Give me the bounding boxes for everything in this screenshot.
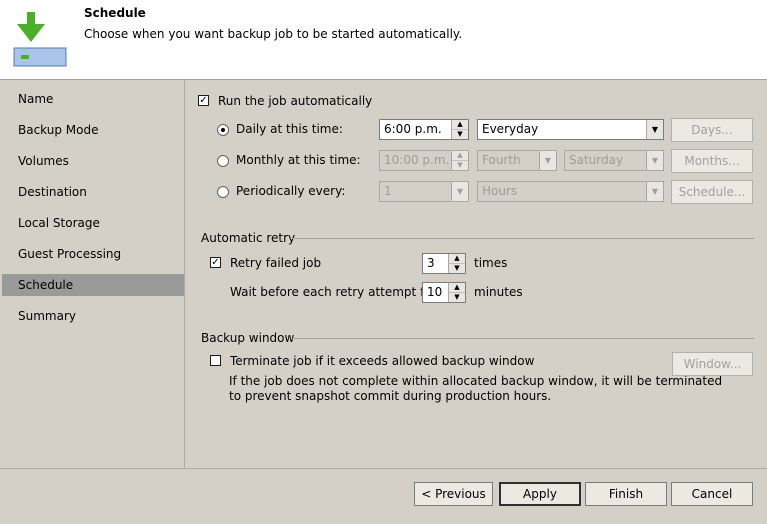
periodic-radio[interactable] <box>217 186 229 198</box>
periodic-unit-value: Hours <box>482 184 518 198</box>
run-automatically-label: Run the job automatically <box>218 94 373 108</box>
page-subtitle: Choose when you want backup job to be st… <box>84 27 463 41</box>
chevron-down-icon[interactable]: ▼ <box>451 182 468 201</box>
sidebar-item-name[interactable]: Name <box>2 88 184 110</box>
monthly-week-select[interactable]: Fourth ▼ <box>477 150 557 171</box>
run-automatically-checkbox[interactable]: ✓ <box>198 95 209 106</box>
wait-unit-label: minutes <box>474 285 523 299</box>
retry-count-input[interactable]: 3 ▲ ▼ <box>422 253 466 274</box>
sidebar-item-summary[interactable]: Summary <box>2 305 184 327</box>
daily-days-select[interactable]: Everyday ▼ <box>477 119 664 140</box>
spin-down-icon[interactable]: ▼ <box>449 293 465 302</box>
chevron-down-icon[interactable]: ▼ <box>646 151 663 170</box>
retry-count-value: 3 <box>427 256 435 270</box>
chevron-down-icon[interactable]: ▼ <box>646 182 663 201</box>
days-button[interactable]: Days... <box>671 118 753 142</box>
monthly-label: Monthly at this time: <box>236 153 361 167</box>
chevron-down-icon[interactable]: ▼ <box>646 120 663 139</box>
window-button[interactable]: Window... <box>672 352 753 376</box>
wizard-header: Schedule Choose when you want backup job… <box>0 0 767 80</box>
daily-days-value: Everyday <box>482 122 539 136</box>
spin-up-icon[interactable]: ▲ <box>449 283 465 293</box>
spin-up-icon[interactable]: ▲ <box>449 254 465 264</box>
schedule-button[interactable]: Schedule... <box>671 180 753 204</box>
finish-button[interactable]: Finish <box>585 482 667 506</box>
daily-label: Daily at this time: <box>236 122 343 136</box>
page-title: Schedule <box>84 6 146 20</box>
sidebar-item-volumes[interactable]: Volumes <box>2 150 184 172</box>
periodic-label: Periodically every: <box>236 184 346 198</box>
section-divider <box>292 238 754 239</box>
retry-failed-label: Retry failed job <box>230 256 322 270</box>
daily-time-input[interactable]: 6:00 p.m. ▲ ▼ <box>379 119 469 140</box>
backup-window-description-1: If the job does not complete within allo… <box>229 374 723 388</box>
periodic-value-select[interactable]: 1 ▼ <box>379 181 469 202</box>
automatic-retry-heading: Automatic retry <box>201 231 296 245</box>
monthly-day-value: Saturday <box>569 153 624 167</box>
monthly-week-value: Fourth <box>482 153 521 167</box>
apply-button[interactable]: Apply <box>499 482 581 506</box>
sidebar-item-guest-processing[interactable]: Guest Processing <box>2 243 184 265</box>
sidebar-item-schedule[interactable]: Schedule <box>2 274 184 296</box>
daily-time-spinner[interactable]: ▲ ▼ <box>451 120 468 139</box>
chevron-down-icon[interactable]: ▼ <box>539 151 556 170</box>
sidebar-item-destination[interactable]: Destination <box>2 181 184 203</box>
spin-down-icon[interactable]: ▼ <box>449 264 465 273</box>
sidebar-item-local-storage[interactable]: Local Storage <box>2 212 184 234</box>
backup-window-heading: Backup window <box>201 331 295 345</box>
spin-up-icon[interactable]: ▲ <box>452 120 468 130</box>
spin-up-icon[interactable]: ▲ <box>452 151 468 161</box>
months-button[interactable]: Months... <box>671 149 753 173</box>
wait-minutes-input[interactable]: 10 ▲ ▼ <box>422 282 466 303</box>
terminate-job-checkbox[interactable] <box>210 355 221 366</box>
monthly-time-value: 10:00 p.m. <box>384 153 450 167</box>
wait-minutes-spinner[interactable]: ▲ ▼ <box>448 283 465 302</box>
backup-window-description-2: to prevent snapshot commit during produc… <box>229 389 552 403</box>
footer-divider <box>0 468 767 469</box>
monthly-day-select[interactable]: Saturday ▼ <box>564 150 664 171</box>
terminate-job-label: Terminate job if it exceeds allowed back… <box>230 354 535 368</box>
daily-time-value: 6:00 p.m. <box>384 122 442 136</box>
sidebar-item-backup-mode[interactable]: Backup Mode <box>2 119 184 141</box>
periodic-unit-select[interactable]: Hours ▼ <box>477 181 664 202</box>
daily-radio[interactable] <box>217 124 229 136</box>
monthly-radio[interactable] <box>217 155 229 167</box>
retry-failed-checkbox[interactable]: ✓ <box>210 257 221 268</box>
wait-minutes-value: 10 <box>427 285 443 299</box>
cancel-button[interactable]: Cancel <box>671 482 753 506</box>
spin-down-icon[interactable]: ▼ <box>452 130 468 139</box>
monthly-time-spinner[interactable]: ▲ ▼ <box>451 151 468 170</box>
backup-download-icon <box>13 10 67 68</box>
section-divider <box>292 338 754 339</box>
spin-down-icon[interactable]: ▼ <box>452 161 468 170</box>
periodic-value: 1 <box>384 184 392 198</box>
retry-count-spinner[interactable]: ▲ ▼ <box>448 254 465 273</box>
previous-button[interactable]: < Previous <box>414 482 493 506</box>
monthly-time-input[interactable]: 10:00 p.m. ▲ ▼ <box>379 150 469 171</box>
retry-unit-label: times <box>474 256 508 270</box>
wait-label: Wait before each retry attempt for: <box>230 285 441 299</box>
